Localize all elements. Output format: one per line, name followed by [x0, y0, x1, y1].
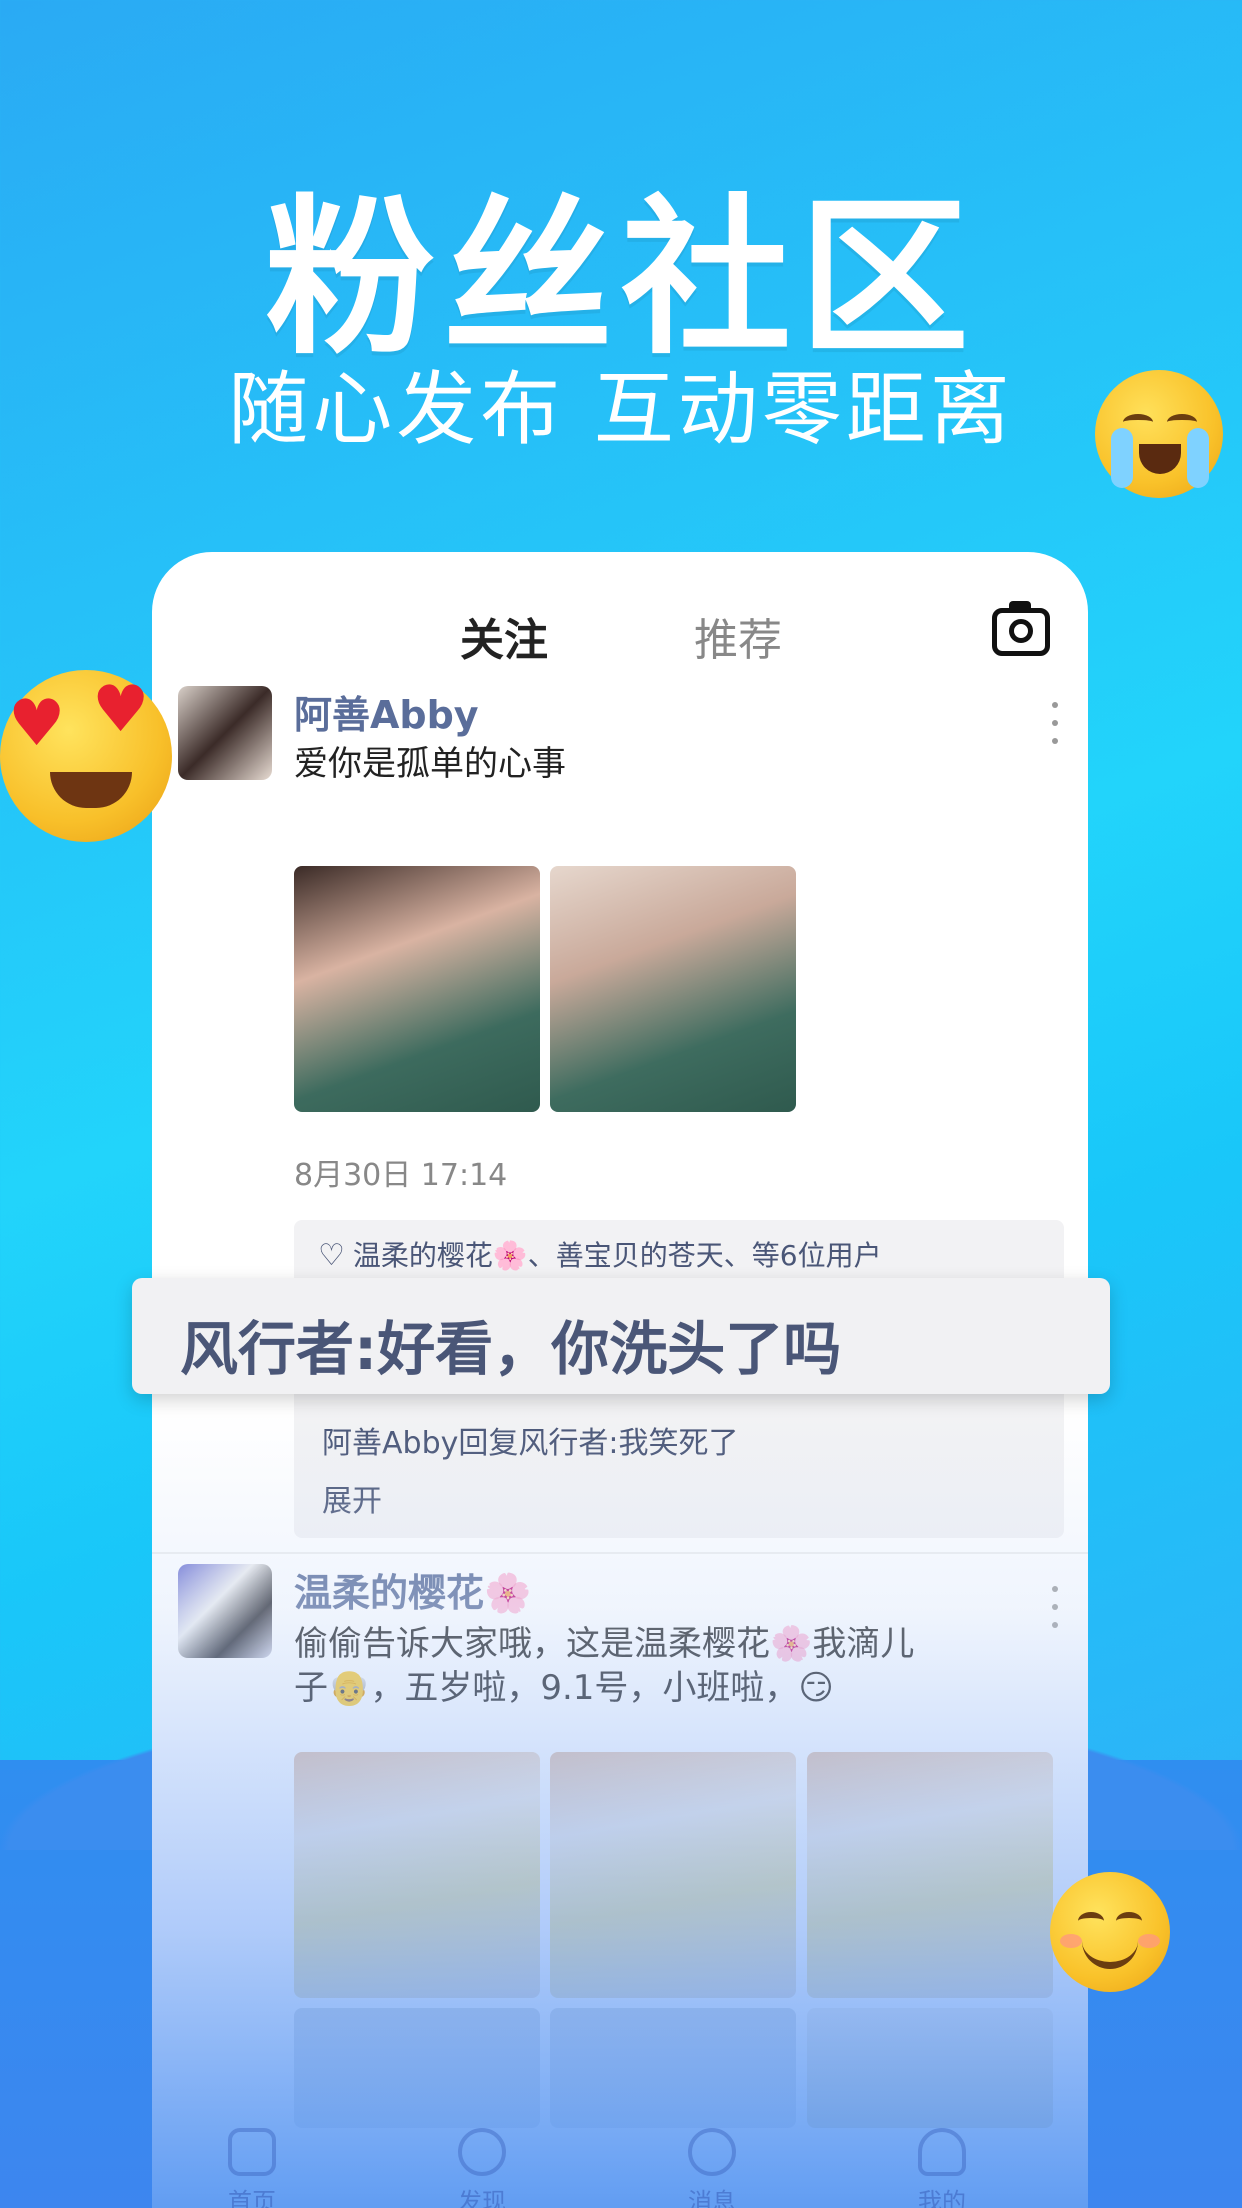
avatar[interactable]: [178, 686, 272, 780]
tabbar-me[interactable]: 我的: [882, 2128, 1002, 2208]
post-photo[interactable]: [294, 1752, 540, 1998]
post-date: 8月30日 17:14: [294, 1158, 508, 1193]
tabbar-messages-label: 消息: [688, 2188, 736, 2208]
floating-comment[interactable]: 风行者:好看，你洗头了吗: [132, 1278, 1110, 1394]
post-photo[interactable]: [807, 2008, 1053, 2128]
tab-follow[interactable]: 关注: [460, 604, 548, 668]
expand-link[interactable]: 展开: [322, 1476, 382, 1520]
likes-line: ♡ 温柔的樱花🌸、善宝贝的苍天、等6位用户: [318, 1234, 882, 1274]
more-options-icon[interactable]: [1052, 702, 1058, 744]
tabbar-home-label: 首页: [228, 2188, 276, 2208]
post-username[interactable]: 温柔的樱花🌸: [294, 1562, 531, 1617]
avatar[interactable]: [178, 1564, 272, 1658]
post-photo[interactable]: [294, 866, 540, 1112]
post-username[interactable]: 阿善Abby: [294, 684, 479, 739]
tabbar-messages[interactable]: 消息: [652, 2128, 772, 2208]
feed-tabs: 关注 推荐: [152, 552, 1088, 682]
more-options-icon[interactable]: [1052, 1586, 1058, 1628]
tab-recommend[interactable]: 推荐: [694, 604, 782, 668]
tabbar-discover-label: 发现: [458, 2188, 506, 2208]
camera-icon[interactable]: [992, 601, 1050, 656]
post-photo[interactable]: [294, 2008, 540, 2128]
likes-text: 温柔的樱花🌸、善宝贝的苍天、等6位用户: [352, 1239, 882, 1272]
user-icon: [918, 2128, 966, 2176]
post-photo[interactable]: [550, 866, 796, 1112]
hero-subtitle: 随心发布 互动零距离: [228, 363, 1014, 456]
post-photo[interactable]: [550, 1752, 796, 1998]
home-icon: [228, 2128, 276, 2176]
reply-comment[interactable]: 阿善Abby回复风行者:我笑死了: [322, 1418, 738, 1462]
post-photo[interactable]: [550, 2008, 796, 2128]
bottom-tab-bar: 首页 发现 消息 我的: [152, 2118, 1088, 2208]
heart-icon[interactable]: ♡: [318, 1238, 345, 1273]
post-divider: [152, 1552, 1088, 1554]
laughing-crying-emoji-icon: [1095, 370, 1223, 498]
post-text-line1: 偷偷告诉大家哦，这是温柔樱花🌸我滴儿: [294, 1624, 915, 1664]
post-text: 爱你是孤单的心事: [294, 744, 566, 784]
tabbar-home[interactable]: 首页: [192, 2128, 312, 2208]
planet-icon: [458, 2128, 506, 2176]
tabbar-me-label: 我的: [918, 2188, 966, 2208]
floating-comment-text: 风行者:好看，你洗头了吗: [180, 1315, 842, 1383]
post-text-line2: 子👴，五岁啦，9.1号，小班啦，😏: [294, 1668, 834, 1708]
post-photo[interactable]: [807, 1752, 1053, 1998]
smiling-emoji-icon: [1050, 1872, 1170, 1992]
tabbar-discover[interactable]: 发现: [422, 2128, 542, 2208]
message-icon: [688, 2128, 736, 2176]
heart-eyes-emoji-icon: ♥ ♥: [0, 670, 172, 842]
